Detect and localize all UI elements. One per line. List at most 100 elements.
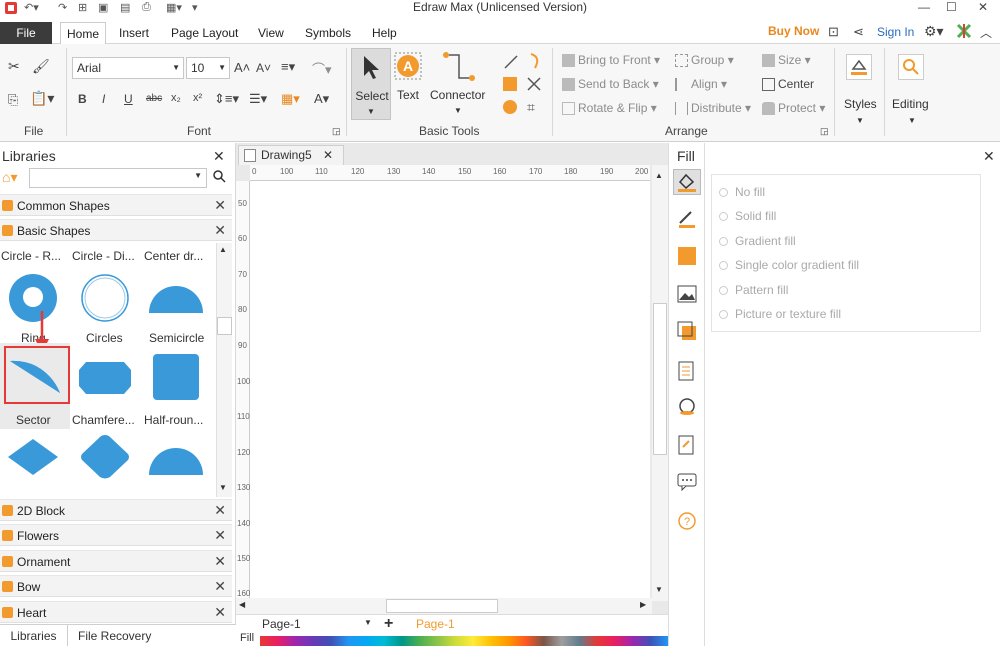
fill-option-single-gradient[interactable]: Single color gradient fill <box>719 258 859 272</box>
library-common-shapes[interactable]: Common Shapes ✕ <box>0 194 232 216</box>
chevron-down-icon[interactable]: ▼ <box>454 106 462 115</box>
close-tab-icon[interactable]: ✕ <box>323 146 333 165</box>
fill-option-gradient[interactable]: Gradient fill <box>719 234 796 248</box>
editing-search-icon[interactable] <box>898 54 924 80</box>
scroll-up-icon[interactable]: ▲ <box>655 171 663 180</box>
italic-icon[interactable]: I <box>102 92 105 106</box>
ellipse-icon[interactable] <box>503 100 517 114</box>
tab-page-layout[interactable]: Page Layout <box>165 22 244 44</box>
arrange-dialog-launcher-icon[interactable]: ◲ <box>820 126 829 137</box>
canvas-vertical-scrollbar[interactable]: ▲ ▼ <box>652 165 668 601</box>
highlight-icon[interactable]: ▦▾ <box>281 91 300 107</box>
add-page-icon[interactable]: + <box>384 615 393 633</box>
help-icon[interactable]: ? <box>677 511 697 534</box>
share-icon[interactable]: ⋖ <box>853 24 864 40</box>
sign-in-link[interactable]: Sign In <box>877 25 914 39</box>
maximize-button[interactable]: ☐ <box>946 0 957 14</box>
text-shape-icon[interactable]: ⌒▾ <box>312 59 332 78</box>
library-ornament[interactable]: Ornament ✕ <box>0 550 232 572</box>
font-dialog-launcher-icon[interactable]: ◲ <box>332 126 341 137</box>
library-heart[interactable]: Heart ✕ <box>0 601 232 623</box>
tab-help[interactable]: Help <box>366 22 403 44</box>
align-button[interactable]: Align ▾ <box>675 77 727 92</box>
library-basic-shapes[interactable]: Basic Shapes ✕ <box>0 219 232 241</box>
font-color-icon[interactable]: A▾ <box>314 91 329 107</box>
line-spacing-icon[interactable]: ⇕≡▾ <box>214 91 239 107</box>
comment-icon[interactable] <box>677 473 697 494</box>
font-size-select[interactable]: 10 ▼ <box>186 57 230 79</box>
close-icon[interactable]: ✕ <box>214 197 226 214</box>
file-menu[interactable]: File <box>0 22 52 44</box>
close-icon[interactable]: ✕ <box>214 222 226 239</box>
scroll-up-icon[interactable]: ▲ <box>219 245 227 254</box>
settings-gear-icon[interactable]: ⚙▾ <box>924 23 944 40</box>
page-properties-icon[interactable] <box>678 361 694 384</box>
line-icon[interactable] <box>503 54 519 73</box>
app-color-icon[interactable] <box>956 23 972 42</box>
select-button[interactable]: Select ▼ <box>351 48 391 120</box>
tab-view[interactable]: View <box>252 22 290 44</box>
buy-now-link[interactable]: Buy Now <box>768 24 819 38</box>
scroll-right-icon[interactable]: ▶ <box>640 600 646 609</box>
send-to-back-button[interactable]: Send to Back ▾ <box>562 77 659 92</box>
home-icon[interactable]: ⌂▾ <box>2 169 17 186</box>
styles-button[interactable]: Styles <box>844 97 877 111</box>
underline-icon[interactable]: U <box>124 92 133 106</box>
color-swatches[interactable] <box>260 636 668 646</box>
close-panel-icon[interactable]: ✕ <box>983 148 995 165</box>
scroll-down-icon[interactable]: ▼ <box>655 585 663 594</box>
chevron-down-icon[interactable]: ▼ <box>856 116 864 125</box>
styles-icon[interactable] <box>846 54 872 80</box>
collapse-ribbon-icon[interactable]: ︿ <box>980 24 992 41</box>
library-2d-block[interactable]: 2D Block ✕ <box>0 499 232 521</box>
superscript-icon[interactable]: x² <box>193 92 202 104</box>
distribute-button[interactable]: Distribute ▾ <box>675 101 751 116</box>
minimize-button[interactable]: — <box>918 0 930 14</box>
bold-icon[interactable]: B <box>78 92 87 106</box>
protect-button[interactable]: Protect ▾ <box>762 101 825 116</box>
image-icon[interactable] <box>677 285 697 306</box>
line-style-icon[interactable] <box>677 209 697 232</box>
document-tab[interactable]: Drawing5 ✕ <box>238 145 344 165</box>
editing-button[interactable]: Editing <box>892 97 929 111</box>
page-tab-active[interactable]: Page-1 <box>416 617 455 631</box>
shrink-font-icon[interactable]: A˅ <box>256 61 271 75</box>
close-window-button[interactable]: ✕ <box>978 0 988 14</box>
hyperlink-globe-icon[interactable] <box>677 397 697 420</box>
grow-font-icon[interactable]: A˄ <box>234 60 250 75</box>
tab-home[interactable]: Home <box>60 22 107 45</box>
text-tool-icon[interactable]: A <box>394 52 422 83</box>
canvas-horizontal-scrollbar[interactable]: ◀ ▶ <box>236 598 652 614</box>
shape-rounded-diamond[interactable] <box>78 433 132 481</box>
paste-icon[interactable]: 📋▾ <box>30 90 54 107</box>
close-icon[interactable]: ✕ <box>214 527 226 544</box>
cross-icon[interactable] <box>526 76 542 95</box>
scroll-thumb[interactable] <box>653 303 667 455</box>
strikethrough-icon[interactable]: abc <box>146 93 162 104</box>
fill-tool-icon[interactable] <box>673 169 701 195</box>
scroll-down-icon[interactable]: ▼ <box>219 483 227 492</box>
fill-option-no-fill[interactable]: No fill <box>719 185 765 199</box>
bring-to-front-button[interactable]: Bring to Front ▾ <box>562 53 660 68</box>
group-button[interactable]: Group ▾ <box>675 53 734 68</box>
library-scrollbar[interactable]: ▲ ▼ <box>216 243 232 497</box>
library-flowers[interactable]: Flowers ✕ <box>0 524 232 546</box>
close-icon[interactable]: ✕ <box>214 502 226 519</box>
subscript-icon[interactable]: x₂ <box>171 92 181 104</box>
center-button[interactable]: Center <box>762 77 814 92</box>
copy-icon[interactable]: ⎘ <box>8 92 18 108</box>
format-painter-icon[interactable]: 🖌 <box>32 58 50 75</box>
crop-icon[interactable]: ⌗ <box>527 99 535 116</box>
arc-icon[interactable] <box>527 52 543 73</box>
tab-file-recovery[interactable]: File Recovery <box>78 629 151 643</box>
layer-icon[interactable] <box>677 321 697 344</box>
scroll-left-icon[interactable]: ◀ <box>239 600 245 609</box>
tab-insert[interactable]: Insert <box>113 22 155 44</box>
shape-semicircle[interactable] <box>148 281 204 315</box>
align-text-icon[interactable]: ≡▾ <box>281 59 295 75</box>
shape-circles[interactable] <box>80 273 130 323</box>
size-button[interactable]: Size ▾ <box>762 53 811 68</box>
tab-libraries[interactable]: Libraries <box>0 625 68 646</box>
rectangle-icon[interactable] <box>503 77 517 91</box>
scroll-thumb[interactable] <box>217 317 232 335</box>
